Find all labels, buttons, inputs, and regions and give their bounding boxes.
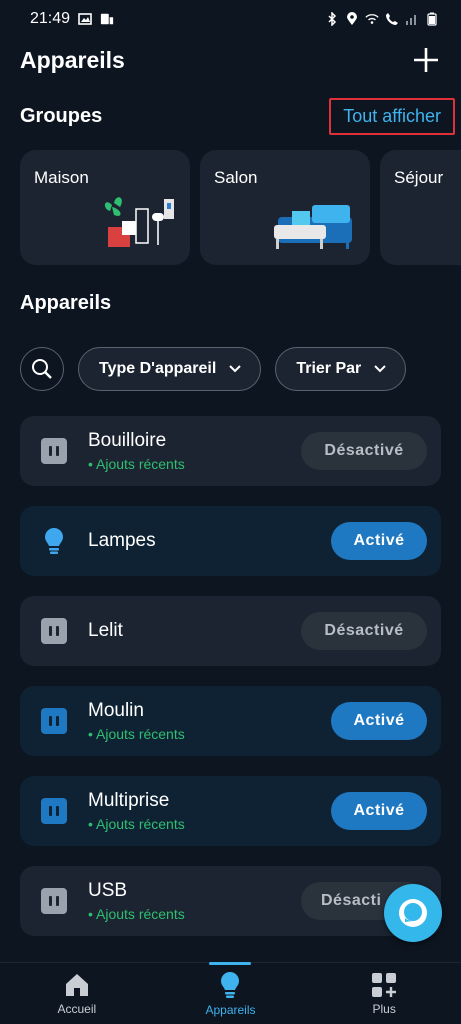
group-label: Salon — [214, 168, 258, 187]
status-left: 21:49 — [30, 10, 114, 28]
power-toggle-button[interactable]: Activé — [331, 702, 427, 740]
device-subtitle: • Ajouts récents — [88, 816, 185, 832]
alexa-button[interactable] — [384, 884, 442, 942]
plug-icon — [40, 617, 68, 645]
groups-header: Groupes Tout afficher — [20, 96, 455, 136]
plug-icon — [40, 707, 68, 735]
group-card-salon[interactable]: Salon — [200, 150, 370, 265]
location-icon — [345, 12, 359, 26]
power-toggle-button[interactable]: Activé — [331, 522, 427, 560]
battery-icon — [425, 12, 439, 26]
power-toggle-button[interactable]: Activé — [331, 792, 427, 830]
nav-label: Plus — [372, 1001, 396, 1016]
groups-title: Groupes — [20, 104, 103, 127]
house-devices-illustration — [104, 197, 174, 247]
device-type-filter[interactable]: Type D'appareil — [78, 347, 262, 391]
nav-accueil[interactable]: Accueil — [17, 963, 137, 1024]
plug-icon — [40, 887, 68, 915]
status-bar: 21:49 — [0, 0, 461, 38]
device-subtitle: • Ajouts récents — [88, 456, 185, 472]
nav-indicator — [209, 961, 252, 965]
home-icon — [65, 973, 88, 996]
chevron-down-icon — [374, 365, 386, 373]
device-name: Bouilloire — [88, 430, 167, 451]
add-device-button[interactable] — [411, 45, 441, 75]
page-title: Appareils — [20, 46, 125, 73]
device-subtitle: • Ajouts récents — [88, 726, 185, 742]
bulb-icon — [40, 527, 68, 555]
nav-label: Appareils — [205, 1002, 256, 1017]
sort-filter-label: Trier Par — [296, 360, 362, 377]
bottom-nav: Accueil Appareils Plus — [0, 961, 461, 1024]
device-name: USB — [88, 880, 128, 901]
device-list: Bouilloire • Ajouts récents Désactivé La… — [20, 416, 441, 956]
search-icon — [32, 359, 52, 379]
device-name: Lelit — [88, 620, 123, 641]
group-label: Maison — [34, 168, 89, 187]
groups-carousel[interactable]: Maison Salon Séjour — [20, 150, 461, 266]
alexa-icon — [399, 899, 427, 927]
power-toggle-button[interactable]: Désactivé — [301, 432, 427, 470]
device-type-filter-label: Type D'appareil — [99, 360, 217, 377]
device-card-usb[interactable]: USB • Ajouts récents Désacti — [20, 866, 441, 936]
signal-icon — [405, 12, 419, 26]
screen-icon — [100, 12, 114, 26]
group-card-sejour[interactable]: Séjour — [380, 150, 461, 265]
device-card-moulin[interactable]: Moulin • Ajouts récents Activé — [20, 686, 441, 756]
header: Appareils — [20, 40, 441, 80]
nav-label: Accueil — [57, 1001, 97, 1016]
plug-icon — [40, 437, 68, 465]
group-card-maison[interactable]: Maison — [20, 150, 190, 265]
device-name: Lampes — [88, 530, 156, 551]
nav-appareils[interactable]: Appareils — [170, 961, 290, 1024]
device-name: Multiprise — [88, 790, 170, 811]
status-time: 21:49 — [30, 10, 71, 27]
gallery-icon — [78, 12, 92, 26]
filter-bar: Type D'appareil Trier Par — [20, 347, 461, 391]
device-subtitle: • Ajouts récents — [88, 906, 185, 922]
search-button[interactable] — [20, 347, 64, 391]
device-name: Moulin — [88, 700, 144, 721]
wifi-icon — [365, 12, 379, 26]
device-card-lelit[interactable]: Lelit Désactivé — [20, 596, 441, 666]
chevron-down-icon — [229, 365, 242, 373]
call-icon — [385, 12, 399, 26]
plus-icon — [414, 48, 438, 72]
plug-icon — [40, 797, 68, 825]
nav-plus[interactable]: Plus — [324, 963, 444, 1024]
sort-filter[interactable]: Trier Par — [275, 347, 407, 391]
device-card-bouilloire[interactable]: Bouilloire • Ajouts récents Désactivé — [20, 416, 441, 486]
sofa-illustration — [274, 205, 352, 249]
power-toggle-button[interactable]: Désactivé — [301, 612, 427, 650]
device-card-multiprise[interactable]: Multiprise • Ajouts récents Activé — [20, 776, 441, 846]
device-card-lampes[interactable]: Lampes Activé — [20, 506, 441, 576]
show-all-link[interactable]: Tout afficher — [329, 97, 455, 135]
bluetooth-icon — [325, 12, 339, 26]
status-right — [325, 12, 439, 26]
bulb-icon — [221, 971, 240, 998]
plus-grid-icon — [372, 972, 397, 997]
group-label: Séjour — [394, 168, 444, 187]
devices-title: Appareils — [20, 292, 112, 314]
